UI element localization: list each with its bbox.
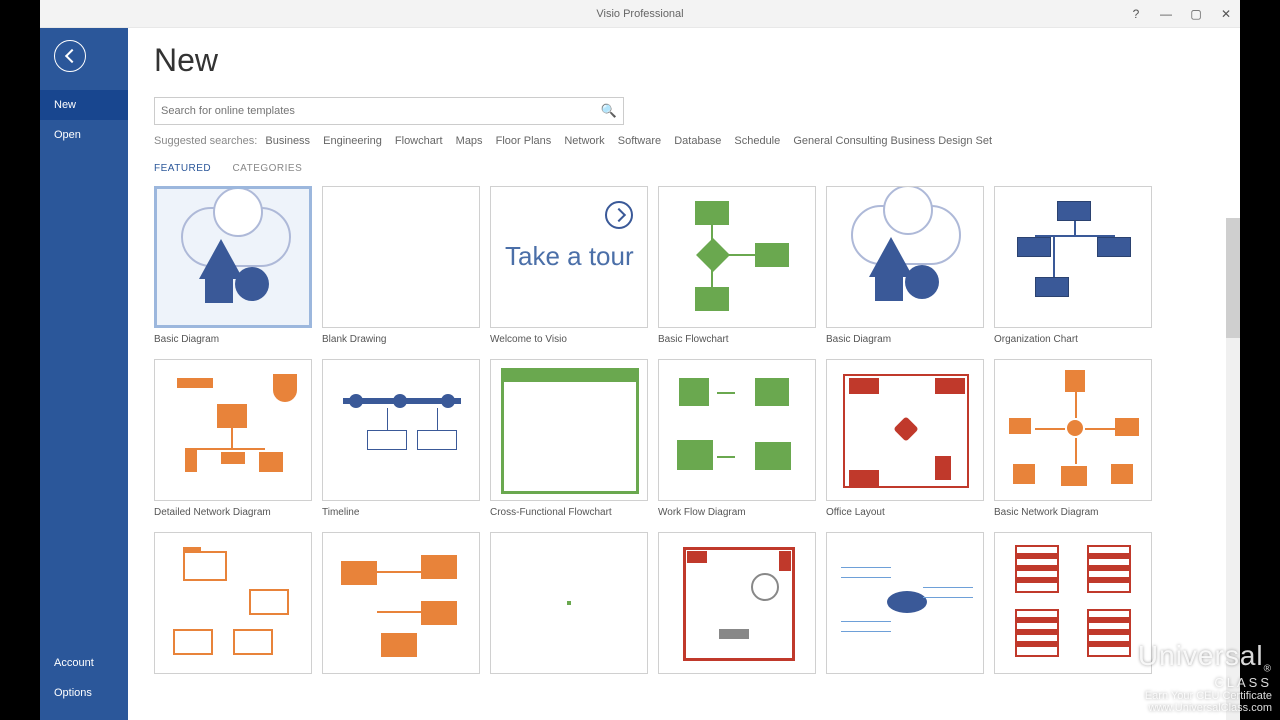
workarea: New Open Account Options New 🔍 Suggested… (40, 28, 1240, 720)
suggested-link[interactable]: Network (564, 135, 604, 147)
window-controls: ? — ▢ ✕ (1126, 7, 1236, 21)
scroll-thumb[interactable] (1226, 218, 1240, 338)
template-card[interactable]: Cross-Functional Flowchart (490, 359, 648, 518)
template-label: Basic Diagram (826, 334, 984, 345)
template-label: Office Layout (826, 507, 984, 518)
suggested-link[interactable]: Schedule (734, 135, 780, 147)
suggested-link[interactable]: Software (618, 135, 661, 147)
suggested-link[interactable]: General Consulting Business Design Set (793, 135, 992, 147)
template-thumb (490, 532, 648, 674)
template-card[interactable]: Basic Diagram (826, 186, 984, 345)
suggested-link[interactable]: Maps (456, 135, 483, 147)
template-label: Organization Chart (994, 334, 1152, 345)
tour-text: Take a tour (491, 243, 647, 270)
main-panel: New 🔍 Suggested searches: Business Engin… (128, 28, 1240, 720)
template-card[interactable] (322, 532, 480, 680)
template-thumb (826, 532, 984, 674)
tab-categories[interactable]: CATEGORIES (232, 163, 302, 174)
template-label: Work Flow Diagram (658, 507, 816, 518)
template-label: Basic Diagram (154, 334, 312, 345)
template-card[interactable]: Work Flow Diagram (658, 359, 816, 518)
template-label: Cross-Functional Flowchart (490, 507, 648, 518)
template-thumb: Take a tour (490, 186, 648, 328)
suggested-link[interactable]: Business (265, 135, 310, 147)
template-tabs: FEATURED CATEGORIES (154, 163, 1226, 174)
template-thumb (994, 532, 1152, 674)
template-thumb (826, 359, 984, 501)
template-card[interactable]: Blank Drawing (322, 186, 480, 345)
template-thumb (322, 186, 480, 328)
template-card[interactable]: Basic Network Diagram (994, 359, 1152, 518)
template-thumb (826, 186, 984, 328)
template-label: Timeline (322, 507, 480, 518)
help-icon[interactable]: ? (1126, 7, 1146, 21)
app-window: Visio Professional ? — ▢ ✕ Sign in New O… (40, 0, 1240, 720)
sidebar-item-account[interactable]: Account (40, 648, 128, 678)
template-label: Blank Drawing (322, 334, 480, 345)
sidebar-item-open[interactable]: Open (40, 120, 128, 150)
suggested-searches: Suggested searches: Business Engineering… (154, 135, 1226, 147)
template-thumb (154, 359, 312, 501)
titlebar: Visio Professional ? — ▢ ✕ (40, 0, 1240, 28)
template-card[interactable]: Office Layout (826, 359, 984, 518)
template-label: Basic Flowchart (658, 334, 816, 345)
template-thumb (322, 532, 480, 674)
sidebar-item-new[interactable]: New (40, 90, 128, 120)
template-card[interactable] (154, 532, 312, 680)
template-thumb (658, 532, 816, 674)
vertical-scrollbar[interactable] (1226, 218, 1240, 720)
template-card[interactable] (826, 532, 984, 680)
template-thumb (490, 359, 648, 501)
app-title: Visio Professional (596, 8, 683, 20)
tab-featured[interactable]: FEATURED (154, 163, 211, 174)
template-card[interactable] (994, 532, 1152, 680)
template-thumb (658, 186, 816, 328)
template-grid: Basic Diagram Blank Drawing Take a tour … (154, 186, 1226, 680)
backstage-sidebar: New Open Account Options (40, 28, 128, 720)
template-card[interactable]: Take a tour Welcome to Visio (490, 186, 648, 345)
search-icon[interactable]: 🔍 (601, 103, 617, 119)
maximize-icon[interactable]: ▢ (1186, 7, 1206, 21)
template-card[interactable] (658, 532, 816, 680)
template-thumb (154, 532, 312, 674)
template-thumb (322, 359, 480, 501)
suggested-link[interactable]: Engineering (323, 135, 382, 147)
suggested-label: Suggested searches: (154, 135, 257, 147)
template-card[interactable]: Basic Flowchart (658, 186, 816, 345)
template-thumb (994, 186, 1152, 328)
suggested-link[interactable]: Database (674, 135, 721, 147)
template-card[interactable]: Detailed Network Diagram (154, 359, 312, 518)
close-icon[interactable]: ✕ (1216, 7, 1236, 21)
template-card[interactable]: Basic Diagram (154, 186, 312, 345)
search-input[interactable] (161, 105, 601, 117)
template-search[interactable]: 🔍 (154, 97, 624, 125)
template-card[interactable] (490, 532, 648, 680)
suggested-link[interactable]: Floor Plans (496, 135, 552, 147)
template-card[interactable]: Organization Chart (994, 186, 1152, 345)
template-card[interactable]: Timeline (322, 359, 480, 518)
template-label: Basic Network Diagram (994, 507, 1152, 518)
minimize-icon[interactable]: — (1156, 7, 1176, 21)
template-thumb (154, 186, 312, 328)
template-thumb (994, 359, 1152, 501)
sidebar-item-options[interactable]: Options (40, 678, 128, 708)
back-button[interactable] (54, 40, 86, 72)
back-arrow-icon (64, 49, 78, 63)
suggested-link[interactable]: Flowchart (395, 135, 443, 147)
template-thumb (658, 359, 816, 501)
page-title: New (154, 42, 1226, 79)
tour-arrow-icon (605, 201, 633, 229)
template-label: Detailed Network Diagram (154, 507, 312, 518)
template-label: Welcome to Visio (490, 334, 648, 345)
